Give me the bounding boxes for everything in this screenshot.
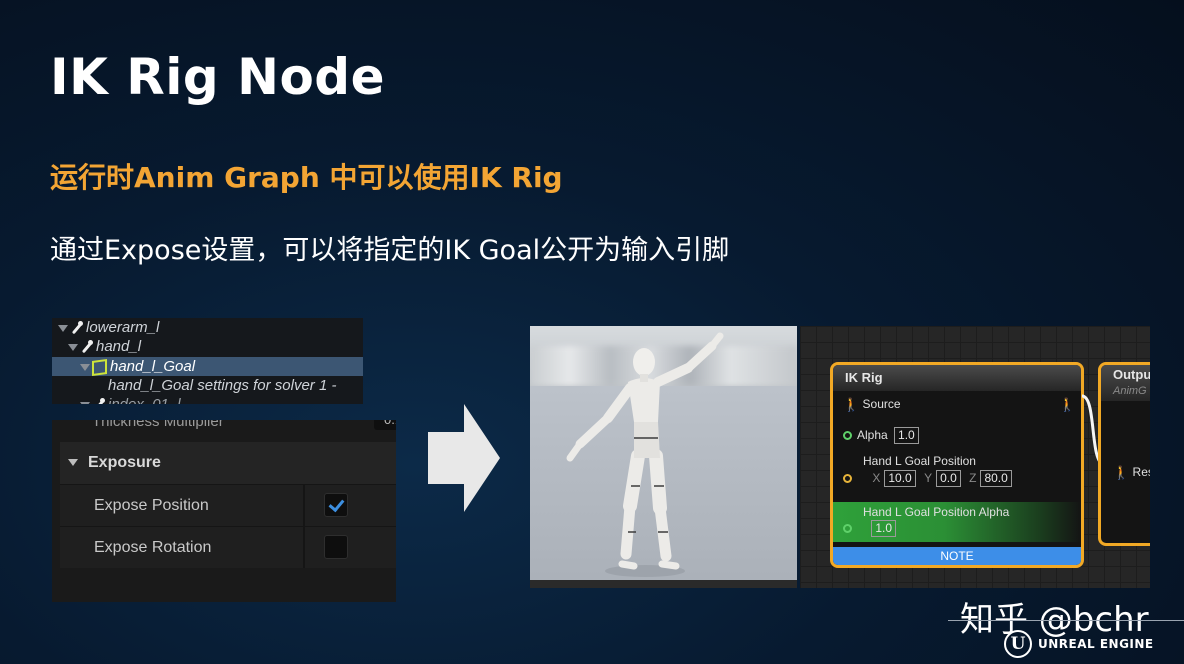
- x-axis-label: X: [872, 471, 881, 485]
- pose-person-icon: 🚶: [1113, 465, 1130, 480]
- expand-arrow-icon[interactable]: [80, 363, 90, 371]
- output-node-header: Outpu AnimG: [1101, 365, 1150, 401]
- expand-arrow-icon[interactable]: [58, 324, 68, 332]
- hierarchy-item-hand[interactable]: hand_l: [52, 337, 363, 356]
- goal-alpha-label: Hand L Goal Position Alpha: [863, 505, 1010, 519]
- float-pin-icon[interactable]: [843, 524, 852, 534]
- collapse-arrow-icon: [68, 459, 78, 467]
- ik-rig-node[interactable]: IK Rig 🚶 Source 🚶 Alpha 1.0 Hand L Goal …: [830, 362, 1084, 568]
- bone-icon: [92, 398, 106, 404]
- goal-position-z-input[interactable]: 80.0: [980, 470, 1012, 487]
- expose-rotation-label: Expose Rotation: [94, 539, 212, 556]
- hierarchy-item-index[interactable]: index_01_l: [52, 395, 363, 404]
- column-divider[interactable]: [303, 527, 305, 568]
- column-divider[interactable]: [303, 485, 305, 526]
- expose-position-label: Expose Position: [94, 497, 209, 514]
- goal-alpha-pin-row[interactable]: 1.0: [843, 520, 897, 537]
- anim-graph-canvas[interactable]: IK Rig 🚶 Source 🚶 Alpha 1.0 Hand L Goal …: [800, 326, 1150, 588]
- z-axis-label: Z: [969, 471, 977, 485]
- expand-arrow-icon[interactable]: [68, 343, 78, 351]
- output-pose-node[interactable]: Outpu AnimG 🚶 Res: [1098, 362, 1150, 546]
- hierarchy-item-label: lowerarm_l: [86, 319, 160, 336]
- watermark-divider: [948, 620, 1184, 621]
- output-node-subtitle: AnimG: [1113, 385, 1147, 397]
- thickness-multiplier-field[interactable]: 0.1: [374, 420, 396, 430]
- unreal-engine-wordmark: UNREAL ENGINE: [1038, 637, 1154, 651]
- hierarchy-item-label: hand_l_Goal settings for solver 1 -: [108, 377, 337, 394]
- bone-icon: [80, 340, 94, 354]
- preview-viewport[interactable]: [530, 326, 797, 588]
- float-pin-icon[interactable]: [843, 431, 852, 441]
- hierarchy-item-label: hand_l: [96, 338, 142, 355]
- thickness-multiplier-label: Thickness Multiplier: [92, 420, 224, 430]
- alpha-pin-label: Alpha: [857, 428, 888, 442]
- exposure-section-header[interactable]: Exposure: [60, 442, 396, 484]
- hierarchy-item-goal-settings[interactable]: hand_l_Goal settings for solver 1 -: [52, 376, 363, 395]
- hierarchy-item-lowerarm[interactable]: lowerarm_l: [52, 318, 363, 337]
- goal-position-x-input[interactable]: 10.0: [884, 470, 916, 487]
- hierarchy-item-label: hand_l_Goal: [110, 358, 196, 375]
- goal-position-label: Hand L Goal Position: [863, 454, 976, 468]
- output-node-title: Outpu: [1113, 367, 1150, 382]
- hierarchy-item-hand-goal[interactable]: hand_l_Goal: [52, 357, 363, 376]
- pose-person-icon: 🚶: [843, 397, 860, 412]
- result-pin[interactable]: 🚶 Res: [1113, 465, 1150, 481]
- expose-position-row: Expose Position: [60, 484, 396, 526]
- hierarchy-item-label: index_01_l: [108, 396, 181, 404]
- ik-rig-node-title: IK Rig: [833, 365, 1081, 391]
- details-panel: Thickness Multiplier 0.1 Exposure Expose…: [52, 420, 396, 602]
- mannequin-figure: [566, 332, 724, 577]
- unreal-engine-logo-icon: U: [1004, 630, 1032, 658]
- exposure-section-title: Exposure: [88, 454, 161, 471]
- bone-icon: [70, 321, 84, 335]
- slide-title: IK Rig Node: [50, 48, 385, 106]
- expose-rotation-checkbox[interactable]: [324, 535, 348, 559]
- slide-subtitle: 运行时Anim Graph 中可以使用IK Rig: [50, 161, 563, 194]
- right-arrow-icon: [428, 404, 500, 512]
- note-bar[interactable]: NOTE: [833, 547, 1081, 565]
- slide-description: 通过Expose设置，可以将指定的IK Goal公开为输入引脚: [50, 235, 730, 266]
- skeleton-hierarchy-panel: lowerarm_l hand_l hand_l_Goal hand_l_Goa…: [52, 318, 363, 404]
- alpha-value-input[interactable]: 1.0: [894, 427, 919, 444]
- vector-pin-icon[interactable]: [843, 474, 852, 484]
- goal-alpha-value-input[interactable]: 1.0: [871, 520, 897, 537]
- goal-position-pin-row[interactable]: X 10.0 Y 0.0 Z 80.0: [843, 470, 1012, 487]
- source-pin-label: Source: [862, 397, 901, 412]
- source-pin-row[interactable]: 🚶 Source: [843, 397, 901, 413]
- y-axis-label: Y: [924, 471, 933, 485]
- expose-rotation-row: Expose Rotation: [60, 526, 396, 568]
- expand-arrow-icon[interactable]: [80, 401, 90, 404]
- zhihu-watermark: 知乎 @bchr: [960, 600, 1149, 640]
- result-pin-label: Res: [1132, 465, 1150, 480]
- goal-cube-icon: [92, 358, 107, 376]
- goal-position-y-input[interactable]: 0.0: [936, 470, 961, 487]
- output-pose-pin[interactable]: 🚶: [1059, 397, 1075, 413]
- pose-person-icon: 🚶: [1059, 397, 1076, 412]
- viewport-toolbar-strip: [530, 580, 797, 588]
- expose-position-checkbox[interactable]: [324, 493, 348, 517]
- alpha-pin-row[interactable]: Alpha 1.0: [843, 427, 919, 444]
